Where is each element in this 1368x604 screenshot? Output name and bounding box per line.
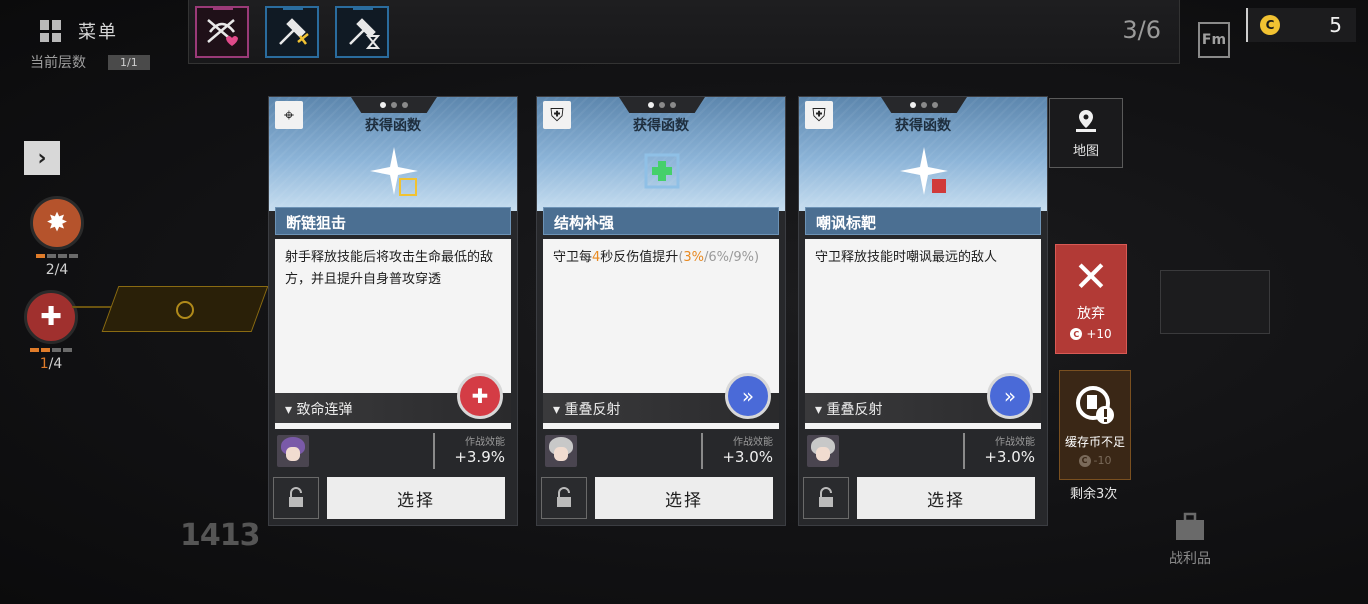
coin-icon: C [1078,454,1091,467]
briefcase-icon [1176,512,1204,540]
card-title: 断链狙击 [286,214,347,232]
lock-button[interactable] [541,477,587,519]
lock-button[interactable] [273,477,319,519]
tool-slot-1[interactable] [195,6,249,58]
bandage-icon: ✚ [24,290,78,344]
operator-row: 作战效能 +3.9% [275,433,511,469]
card-page-dots [881,97,967,113]
map-pin-icon [1076,109,1096,132]
abandon-button[interactable]: ✕ 放弃 C +10 [1055,244,1127,354]
expand-panel-button[interactable]: › [24,141,60,175]
card-title-bar: 嘲讽标靶 [805,207,1041,235]
operator-avatar [545,435,577,467]
reflect-tag-icon: » [725,373,771,419]
card-header: ⛨ 获得函数 [537,97,785,211]
resource-2-count: 1/4 [39,356,63,372]
card-title: 结构补强 [554,214,615,232]
card-kicker: 获得函数 [365,118,421,134]
operator-avatar [807,435,839,467]
unlock-icon [819,487,833,507]
card-header: ⌖ 获得函数 [269,97,517,211]
loot-button[interactable]: 战利品 [1160,512,1220,568]
chevron-right-icon: › [37,145,47,171]
card-title-bar: 断链狙击 [275,207,511,235]
unlock-icon [289,487,303,507]
map-label: 地图 [1072,143,1099,159]
card-tag-bar: ▾ 重叠反射 » [543,373,779,423]
currency-amount: 5 [1329,13,1342,37]
coin-icon: C [1260,15,1280,35]
lock-button[interactable] [803,477,849,519]
hammer-wrench-icon [279,18,309,45]
combat-efficiency: 作战效能 +3.9% [433,433,505,469]
floor-number: 1413 [180,518,260,553]
resource-2[interactable]: ✚ 1/4 [24,290,78,372]
cache-coin-warning-icon [1076,386,1114,424]
function-art-icon [370,147,418,196]
card-page-dots [619,97,705,113]
map-node-right [1160,270,1270,334]
rocket-tag-icon: ✚ [457,373,503,419]
heart-crossbow-icon [207,19,238,46]
card-kicker: 获得函数 [895,118,951,134]
card-tag: ▾ 致命连弹 [285,402,353,418]
burst-shield-icon: ✸ [30,196,84,250]
card-tag: ▾ 重叠反射 [815,402,883,418]
cache-refresh-button[interactable]: 缓存币不足 C -10 [1059,370,1131,480]
select-button[interactable]: 选择 [857,477,1035,519]
function-card-2[interactable]: ⛨ 获得函数 结构补强 守卫每4秒反伤值提升(3%/6%/9%) ▾ 重叠反射 … [536,96,786,526]
card-tag: ▾ 重叠反射 [553,402,621,418]
close-icon: ✕ [1073,252,1109,301]
resource-2-bar [30,348,72,352]
select-button[interactable]: 选择 [327,477,505,519]
top-bar: 3/6 [188,0,1180,64]
progress-counter: 3/6 [1122,16,1161,44]
operator-row: 作战效能 +3.0% [543,433,779,469]
card-header: ⛨ 获得函数 [799,97,1047,211]
floor-indicator: 当前层数 1/1 [30,52,150,72]
map-button[interactable]: 地图 [1049,98,1123,168]
operator-row: 作战效能 +3.0% [805,433,1041,469]
card-tag-bar: ▾ 重叠反射 » [805,373,1041,423]
currency-display: C 5 [1246,8,1356,42]
card-kicker: 获得函数 [633,118,689,134]
hammer-hourglass-icon [349,18,381,49]
tool-slot-3[interactable] [335,6,389,58]
floor-value: 1/1 [108,54,150,70]
select-button[interactable]: 选择 [595,477,773,519]
map-node-ring-icon [176,301,194,319]
function-art-icon [644,153,680,189]
floor-label: 当前层数 [30,55,86,71]
map-path-line [72,306,112,308]
cache-label: 缓存币不足 [1064,435,1125,449]
abandon-reward: C +10 [1070,327,1112,341]
reflect-tag-icon: » [987,373,1033,419]
function-art-icon [900,147,948,195]
resource-1-count: 2/4 [45,262,69,278]
card-tag-bar: ▾ 致命连弹 ✚ [275,373,511,423]
grid-menu-icon [40,20,62,42]
unlock-icon [557,487,571,507]
card-title: 嘲讽标靶 [816,214,877,232]
menu-label: 菜单 [78,22,118,43]
combat-efficiency: 作战效能 +3.0% [701,433,773,469]
loot-label: 战利品 [1169,551,1211,567]
tool-slot-2[interactable] [265,6,319,58]
remaining-count: 剩余3次 [1070,487,1118,502]
combat-efficiency: 作战效能 +3.0% [963,433,1035,469]
function-card-1[interactable]: ⌖ 获得函数 断链狙击 射手释放技能后将攻击生命最低的敌方，并且提升自身普攻穿透… [268,96,518,526]
cache-cost: C -10 [1078,454,1111,467]
card-title-bar: 结构补强 [543,207,779,235]
resource-1[interactable]: ✸ 2/4 [30,196,84,278]
coin-icon: C [1070,328,1083,340]
operator-avatar [277,435,309,467]
resource-1-bar [36,254,78,258]
menu-button[interactable]: 菜单 [40,14,160,48]
function-card-3[interactable]: ⛨ 获得函数 嘲讽标靶 守卫释放技能时嘲讽最远的敌人 ▾ 重叠反射 » 作战效能… [798,96,1048,526]
fm-icon[interactable]: Fm [1198,22,1230,58]
abandon-label: 放弃 [1077,306,1105,322]
card-page-dots [351,97,437,113]
